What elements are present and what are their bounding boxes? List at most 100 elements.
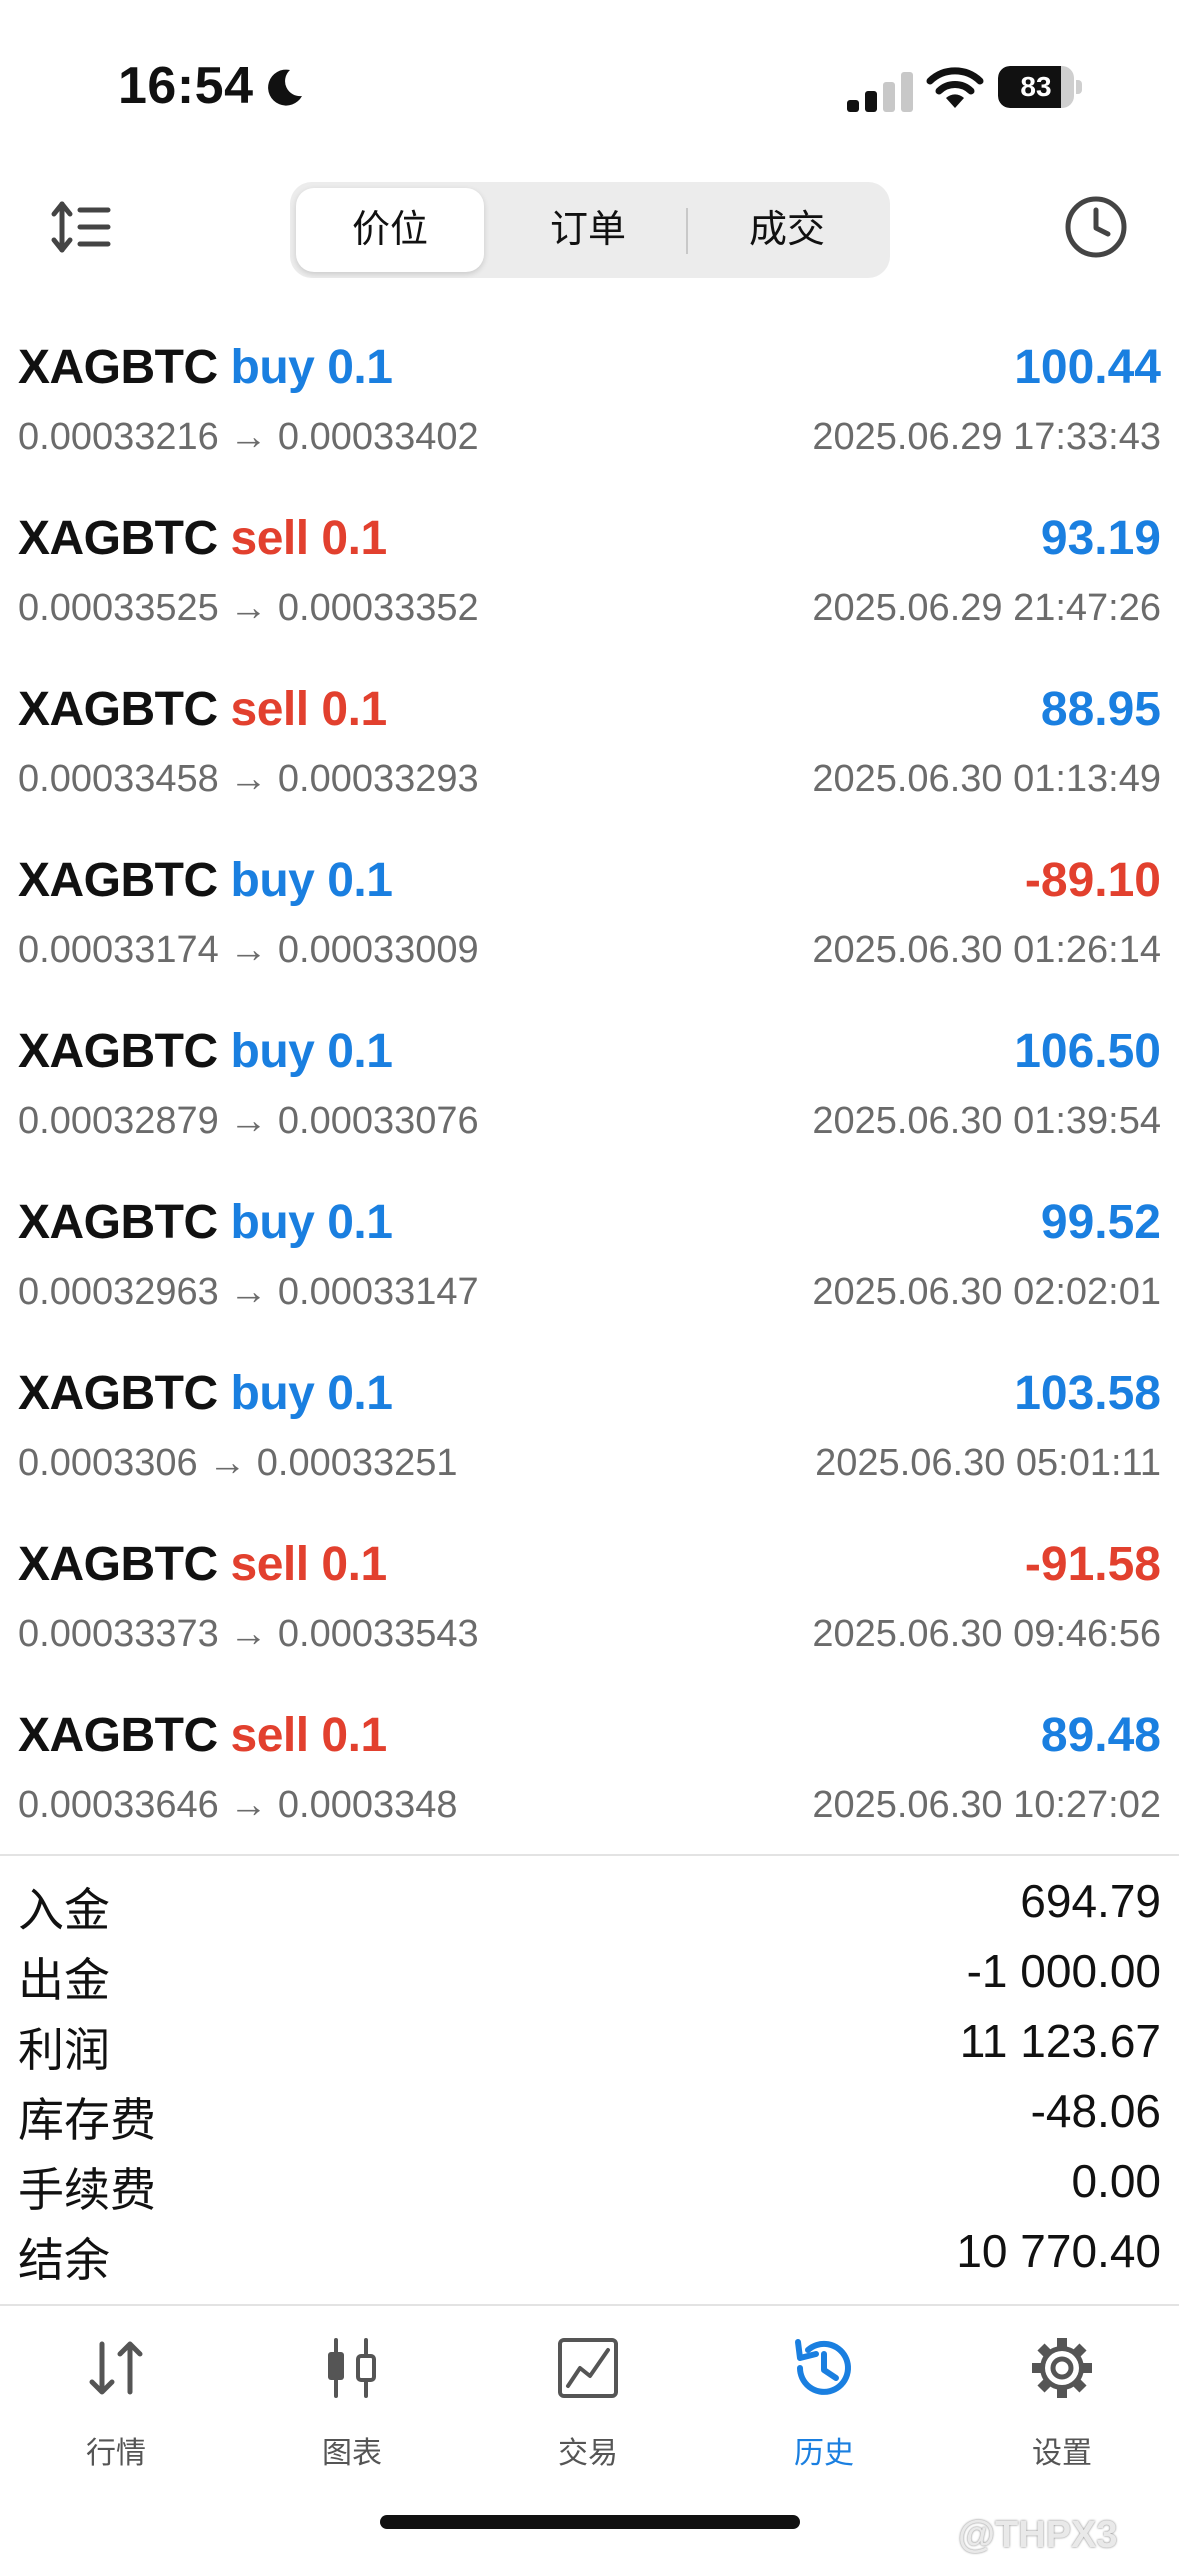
trade-volume: 0.1 [327, 1196, 393, 1249]
status-bar: 16:54 83 [0, 0, 1179, 170]
tab-chart[interactable]: 图表 [252, 2326, 452, 2476]
close-price: 0.00033147 [277, 1271, 479, 1313]
arrow-icon: → [229, 1784, 268, 1826]
trade-symbol: XAGBTC [18, 341, 218, 394]
cellular-signal-icon [847, 72, 913, 112]
trade-row[interactable]: XAGBTC sell 0.1 93.19 0.00033525 → 0.00033… [0, 489, 1179, 660]
summary-label: 库存费 [18, 2094, 156, 2146]
summary-label: 利润 [18, 2024, 110, 2076]
summary-label: 结余 [18, 2234, 110, 2286]
trade-row[interactable]: XAGBTC buy 0.1 106.50 0.00032879 → 0.00033… [0, 1002, 1179, 1173]
trade-time: 2025.06.30 02:02:01 [812, 1271, 1161, 1313]
trade-side: sell [230, 512, 310, 565]
battery-tip [1076, 80, 1082, 94]
trade-side: buy [230, 341, 315, 394]
arrow-icon: → [208, 1442, 247, 1484]
tab-label: 历史 [794, 2437, 854, 2470]
trade-volume: 0.1 [327, 1367, 393, 1420]
trade-row[interactable]: XAGBTC buy 0.1 -89.10 0.00033174 → 0.00033… [0, 831, 1179, 1002]
chart-icon [328, 2338, 376, 2398]
summary-section: 入金 694.79 出金 -1 000.00 利润 11 123.67 库存费 -48.06 手… [0, 1868, 1179, 2288]
trade-prices: 0.00032879 → 0.00033076 [18, 1100, 479, 1143]
trade-volume: 0.1 [321, 512, 387, 565]
screen: 16:54 83 价位 订单 成交 XAGBTC buy 0.1 100.44 … [0, 0, 1179, 2556]
toolbar: 价位 订单 成交 [0, 170, 1179, 300]
trade-time: 2025.06.29 17:33:43 [812, 416, 1161, 458]
trade-prices: 0.00033646 → 0.0003348 [18, 1784, 458, 1827]
trade-side: sell [230, 683, 310, 736]
tab-trade[interactable]: 交易 [488, 2326, 688, 2476]
trade-row[interactable]: XAGBTC buy 0.1 99.52 0.00032963 → 0.000331… [0, 1173, 1179, 1344]
arrow-icon: → [229, 1271, 268, 1313]
trade-time: 2025.06.30 01:39:54 [812, 1100, 1161, 1142]
close-price: 0.00033402 [277, 416, 479, 458]
trade-profit: 93.19 [1040, 512, 1161, 565]
trade-profit: -89.10 [1024, 854, 1161, 907]
close-price: 0.00033352 [277, 587, 479, 629]
arrow-icon: → [229, 758, 268, 800]
watermark: @THPX3 [958, 2514, 1118, 2556]
trade-symbol: XAGBTC [18, 1367, 218, 1420]
tab-history[interactable]: 历史 [724, 2326, 924, 2476]
trade-profit: 103.58 [1014, 1367, 1161, 1420]
tab-settings[interactable]: 设置 [962, 2326, 1162, 2476]
trade-symbol: XAGBTC [18, 1025, 218, 1078]
trade-side: buy [230, 1196, 315, 1249]
summary-value: 694.79 [1020, 1875, 1161, 1927]
summary-label: 出金 [18, 1954, 110, 2006]
trade-symbol: XAGBTC [18, 512, 218, 565]
battery-icon: 83 [998, 66, 1082, 108]
trade-title: XAGBTC buy 0.1 [18, 1195, 393, 1250]
trade-time: 2025.06.30 01:26:14 [812, 929, 1161, 971]
summary-value: 0.00 [1071, 2155, 1161, 2207]
trade-row[interactable]: XAGBTC buy 0.1 100.44 0.00033216 → 0.00033… [0, 318, 1179, 489]
summary-value: -1 000.00 [966, 1945, 1161, 1997]
trade-prices: 0.00033216 → 0.00033402 [18, 416, 479, 459]
clock-icon[interactable] [1063, 194, 1129, 260]
sort-icon[interactable] [50, 196, 112, 258]
segment-deals[interactable]: 成交 [690, 188, 884, 272]
summary-label: 入金 [18, 1884, 110, 1936]
trade-time: 2025.06.30 01:13:49 [812, 758, 1161, 800]
segment-divider [686, 208, 688, 254]
trade-title: XAGBTC sell 0.1 [18, 511, 387, 566]
summary-row: 结余 10 770.40 [0, 2218, 1179, 2288]
arrow-icon: → [229, 1613, 268, 1655]
trade-side: buy [230, 1025, 315, 1078]
close-price: 0.00033543 [277, 1613, 479, 1655]
arrow-icon: → [229, 416, 268, 458]
trade-profit: 106.50 [1014, 1025, 1161, 1078]
trade-profit: 99.52 [1040, 1196, 1161, 1249]
trade-prices: 0.00033373 → 0.00033543 [18, 1613, 479, 1656]
trade-list: XAGBTC buy 0.1 100.44 0.00033216 → 0.00033… [0, 318, 1179, 1857]
trade-volume: 0.1 [321, 1538, 387, 1591]
trade-row[interactable]: XAGBTC sell 0.1 89.48 0.00033646 → 0.00033… [0, 1686, 1179, 1857]
close-price: 0.0003348 [277, 1784, 458, 1826]
trade-side: buy [230, 854, 315, 907]
status-time: 16:54 [118, 57, 254, 115]
trade-profit: 100.44 [1014, 341, 1161, 394]
trade-prices: 0.00033174 → 0.00033009 [18, 929, 479, 972]
summary-label: 手续费 [18, 2164, 156, 2216]
segment-price[interactable]: 价位 [296, 188, 484, 272]
close-price: 0.00033076 [277, 1100, 479, 1142]
trade-side: sell [230, 1709, 310, 1762]
settings-icon [1032, 2338, 1092, 2398]
segment-orders[interactable]: 订单 [490, 188, 686, 272]
trade-profit: -91.58 [1024, 1538, 1161, 1591]
open-price: 0.00033216 [18, 416, 219, 458]
tab-quotes[interactable]: 行情 [16, 2326, 216, 2476]
trade-prices: 0.00032963 → 0.00033147 [18, 1271, 479, 1314]
trade-title: XAGBTC sell 0.1 [18, 682, 387, 737]
trade-row[interactable]: XAGBTC sell 0.1 -91.58 0.00033373 → 0.0003… [0, 1515, 1179, 1686]
trade-volume: 0.1 [321, 683, 387, 736]
trade-row[interactable]: XAGBTC buy 0.1 103.58 0.0003306 → 0.000332… [0, 1344, 1179, 1515]
trade-side: buy [230, 1367, 315, 1420]
trade-row[interactable]: XAGBTC sell 0.1 88.95 0.00033458 → 0.00033… [0, 660, 1179, 831]
open-price: 0.0003306 [18, 1442, 198, 1484]
summary-row: 出金 -1 000.00 [0, 1938, 1179, 2008]
trade-side: sell [230, 1538, 310, 1591]
list-divider [0, 1854, 1179, 1856]
segmented-control: 价位 订单 成交 [290, 182, 890, 278]
open-price: 0.00033646 [18, 1784, 219, 1826]
